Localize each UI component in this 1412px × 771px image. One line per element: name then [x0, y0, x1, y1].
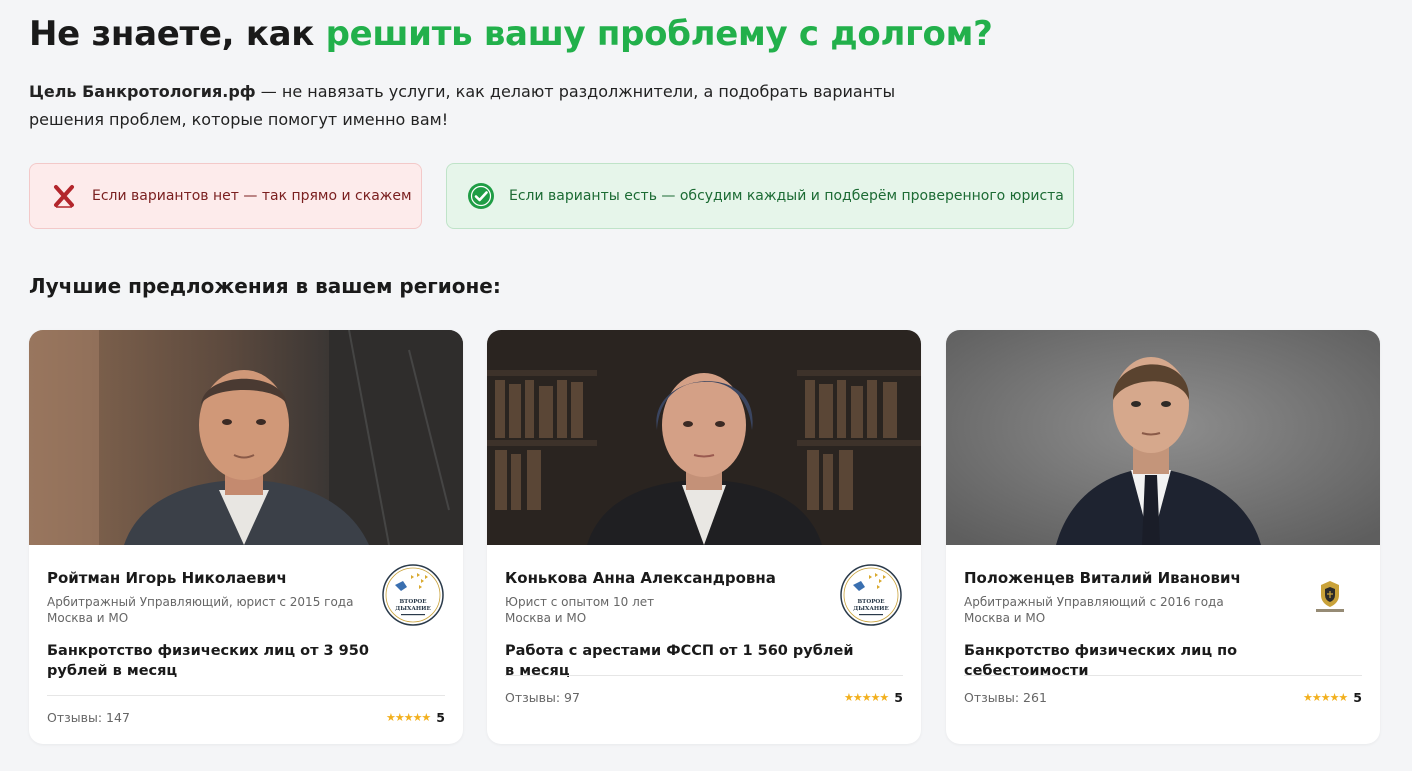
lawyer-photo — [946, 330, 1380, 545]
reviews-count[interactable]: Отзывы: 97 — [505, 690, 580, 705]
lawyer-name[interactable]: Конькова Анна Александровна — [505, 569, 776, 587]
card-body: Ройтман Игорь Николаевич Арбитражный Упр… — [47, 545, 445, 744]
svg-text:ВТОРОЕ: ВТОРОЕ — [857, 599, 884, 605]
lawyer-role: Юрист с опытом 10 лет — [505, 595, 655, 609]
negative-note-text: Если вариантов нет — так прямо и скажем — [92, 188, 412, 204]
card-body: Конькова Анна Александровна Юрист с опыт… — [505, 545, 903, 744]
card-divider — [47, 695, 445, 696]
offer-cards: Ройтман Игорь Николаевич Арбитражный Упр… — [29, 330, 1381, 744]
lawyer-role: Арбитражный Управляющий, юрист с 2015 го… — [47, 595, 354, 609]
card-body: Положенцев Виталий Иванович Арбитражный … — [964, 545, 1362, 744]
rating-score: 5 — [1353, 690, 1362, 705]
reviews-count[interactable]: Отзывы: 261 — [964, 690, 1047, 705]
check-icon — [468, 183, 494, 209]
lawyer-photo — [29, 330, 463, 545]
lead-brand: Цель Банкротология.рф — [29, 82, 256, 101]
positive-note-text: Если варианты есть — обсудим каждый и по… — [509, 188, 1064, 204]
reviews-count[interactable]: Отзывы: 147 — [47, 710, 130, 725]
card-divider — [964, 675, 1362, 676]
card-divider — [505, 675, 903, 676]
star-rating-icon: ★★★★★ — [843, 691, 889, 704]
lawyer-role: Арбитражный Управляющий с 2016 года — [964, 595, 1224, 609]
lawyer-city: Москва и МО — [47, 611, 129, 625]
star-rating-icon: ★★★★★ — [1302, 691, 1348, 704]
lawyer-card[interactable]: Положенцев Виталий Иванович Арбитражный … — [946, 330, 1380, 744]
lawyer-card[interactable]: Конькова Анна Александровна Юрист с опыт… — [487, 330, 921, 744]
company-logo-crest — [1316, 581, 1344, 612]
svg-text:ВТОРОЕ: ВТОРОЕ — [399, 599, 426, 605]
lawyer-city: Москва и МО — [964, 611, 1046, 625]
section-title: Лучшие предложения в вашем регионе: — [29, 274, 501, 298]
lead-paragraph: Цель Банкротология.рф — не навязать услу… — [29, 78, 899, 134]
rating: ★★★★★ 5 — [844, 690, 903, 705]
svg-text:ДЫХАНИЕ: ДЫХАНИЕ — [395, 606, 430, 612]
lawyer-photo — [487, 330, 921, 545]
rating: ★★★★★ 5 — [1303, 690, 1362, 705]
company-logo: ВТОРОЕ ДЫХАНИЕ — [382, 564, 444, 626]
company-logo: ВТОРОЕ ДЫХАНИЕ — [840, 564, 902, 626]
rating: ★★★★★ 5 — [386, 710, 445, 725]
star-rating-icon: ★★★★★ — [385, 711, 431, 724]
lawyer-name[interactable]: Ройтман Игорь Николаевич — [47, 569, 287, 587]
title-accent: решить вашу проблему с долгом? — [325, 14, 993, 54]
svg-text:ДЫХАНИЕ: ДЫХАНИЕ — [853, 606, 888, 612]
lawyer-name[interactable]: Положенцев Виталий Иванович — [964, 569, 1241, 587]
lawyer-city: Москва и МО — [505, 611, 587, 625]
rating-score: 5 — [436, 710, 445, 725]
lawyer-card[interactable]: Ройтман Игорь Николаевич Арбитражный Упр… — [29, 330, 463, 744]
page-title: Не знаете, как решить вашу проблему с до… — [29, 14, 993, 54]
cross-icon — [54, 185, 74, 208]
title-plain: Не знаете, как — [29, 14, 326, 54]
positive-note: Если варианты есть — обсудим каждый и по… — [446, 163, 1074, 229]
negative-note: Если вариантов нет — так прямо и скажем — [29, 163, 422, 229]
rating-score: 5 — [894, 690, 903, 705]
offer-text[interactable]: Банкротство физических лиц от 3 950 рубл… — [47, 641, 407, 681]
